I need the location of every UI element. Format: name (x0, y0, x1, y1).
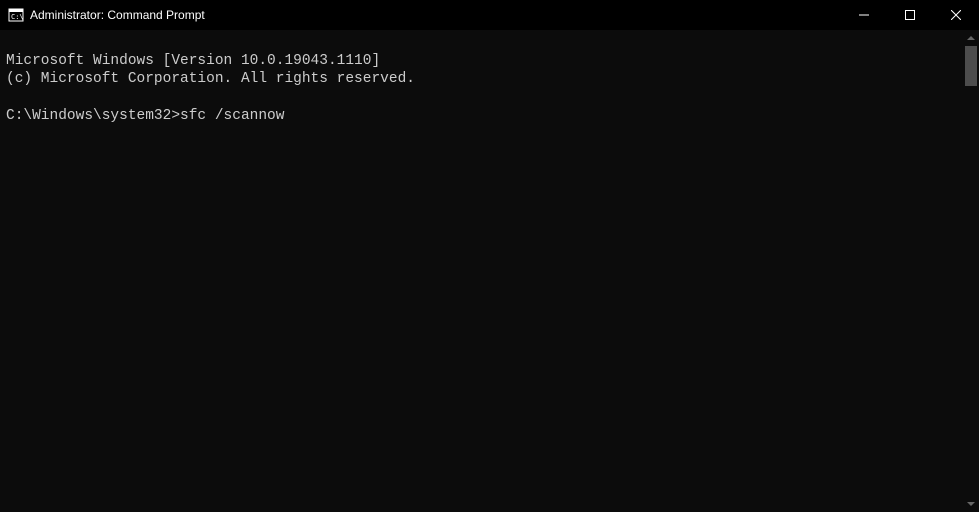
vertical-scrollbar[interactable] (963, 30, 979, 512)
scroll-down-arrow-icon[interactable] (963, 496, 979, 512)
terminal-area[interactable]: Microsoft Windows [Version 10.0.19043.11… (0, 30, 979, 512)
terminal-content: Microsoft Windows [Version 10.0.19043.11… (0, 30, 979, 147)
terminal-line-copyright: (c) Microsoft Corporation. All rights re… (6, 71, 415, 87)
terminal-command: sfc /scannow (180, 108, 284, 124)
titlebar-left: C:\ Administrator: Command Prompt (0, 7, 205, 23)
svg-text:C:\: C:\ (11, 13, 24, 21)
minimize-button[interactable] (841, 0, 887, 30)
window-title: Administrator: Command Prompt (30, 8, 205, 22)
window-controls (841, 0, 979, 30)
close-button[interactable] (933, 0, 979, 30)
window-titlebar: C:\ Administrator: Command Prompt (0, 0, 979, 30)
cmd-icon: C:\ (8, 7, 24, 23)
scroll-up-arrow-icon[interactable] (963, 30, 979, 46)
scrollbar-thumb[interactable] (965, 46, 977, 86)
terminal-prompt: C:\Windows\system32> (6, 108, 180, 124)
maximize-button[interactable] (887, 0, 933, 30)
terminal-line-version: Microsoft Windows [Version 10.0.19043.11… (6, 53, 380, 69)
